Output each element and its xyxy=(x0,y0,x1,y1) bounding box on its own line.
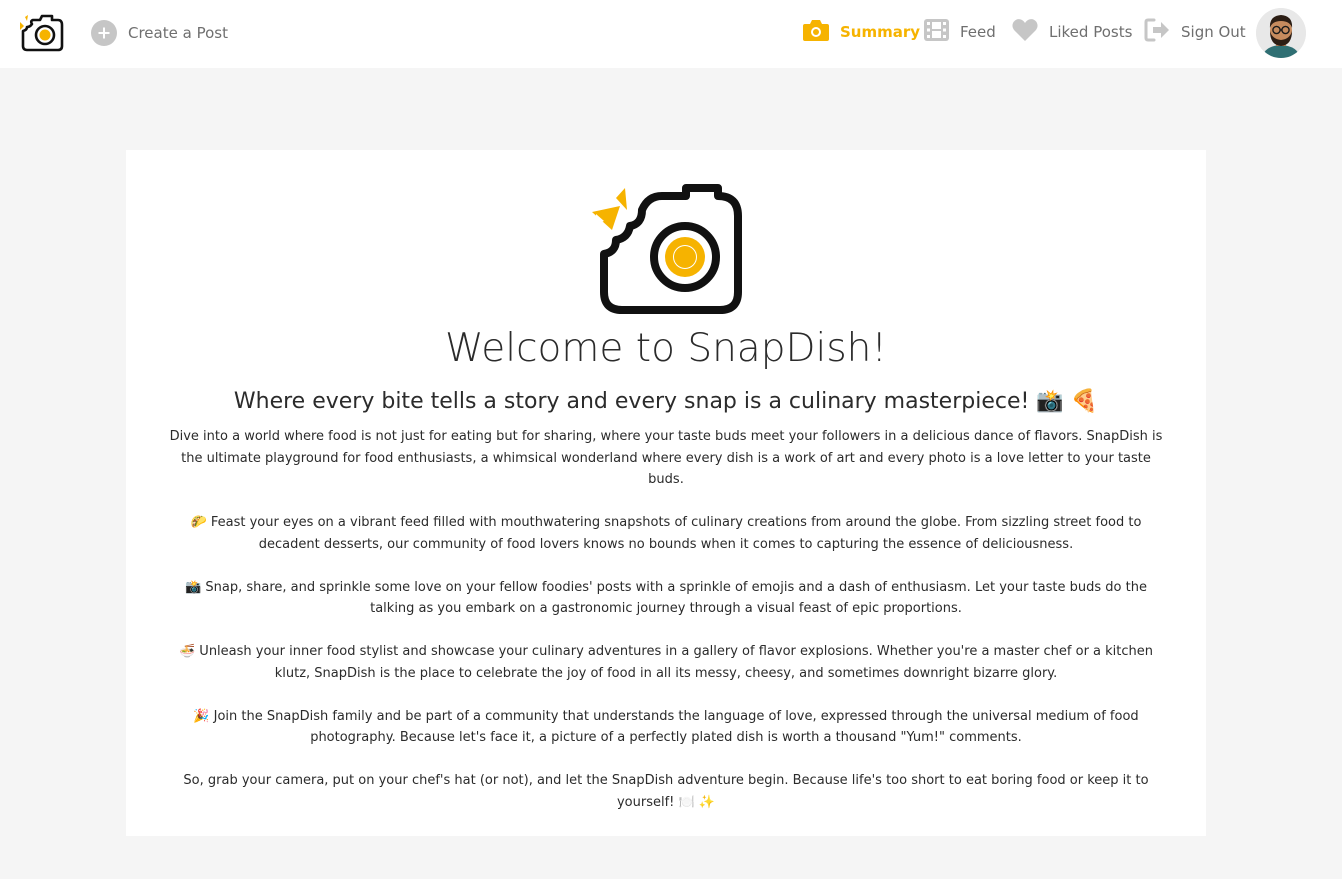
nav-feed-label: Feed xyxy=(960,23,996,41)
intro-paragraph: 📸 Snap, share, and sprinkle some love on… xyxy=(185,579,1147,617)
user-avatar[interactable] xyxy=(1256,8,1306,58)
plus-circle-icon xyxy=(91,20,117,46)
nav-liked-label: Liked Posts xyxy=(1049,23,1133,41)
intro-paragraph: Dive into a world where food is not just… xyxy=(169,429,1163,487)
nav-sign-out-label: Sign Out xyxy=(1181,23,1246,41)
sign-out-icon xyxy=(1144,17,1171,47)
nav-feed[interactable]: Feed xyxy=(923,18,996,46)
page-title: Welcome to SnapDish! xyxy=(444,326,887,371)
nav-sign-out[interactable]: Sign Out xyxy=(1144,18,1246,46)
nav-summary-label: Summary xyxy=(840,23,921,41)
intro-text: Dive into a world where food is not just… xyxy=(166,426,1166,835)
intro-paragraph: 🎉 Join the SnapDish family and be part o… xyxy=(193,708,1139,746)
page-subtitle: Where every bite tells a story and every… xyxy=(233,389,1099,414)
create-post-button[interactable]: Create a Post xyxy=(91,19,228,47)
heart-icon xyxy=(1011,17,1039,47)
intro-paragraph: So, grab your camera, put on your chef's… xyxy=(183,773,1149,810)
create-post-label: Create a Post xyxy=(128,24,228,42)
camera-bite-logo-icon[interactable] xyxy=(18,12,66,54)
intro-paragraph: 🌮 Feast your eyes on a vibrant feed fill… xyxy=(190,515,1142,552)
camera-bite-hero-icon xyxy=(590,184,744,314)
nav-summary[interactable]: Summary xyxy=(802,18,920,46)
top-navbar: Create a Post Summary Feed Liked Posts S… xyxy=(0,0,1342,68)
nav-liked-posts[interactable]: Liked Posts xyxy=(1011,18,1132,46)
intro-paragraph: 🍜 Unleash your inner food stylist and sh… xyxy=(178,644,1154,681)
welcome-card: Welcome to SnapDish! Where every bite te… xyxy=(126,150,1206,836)
camera-icon xyxy=(802,17,830,47)
film-icon xyxy=(923,17,950,47)
